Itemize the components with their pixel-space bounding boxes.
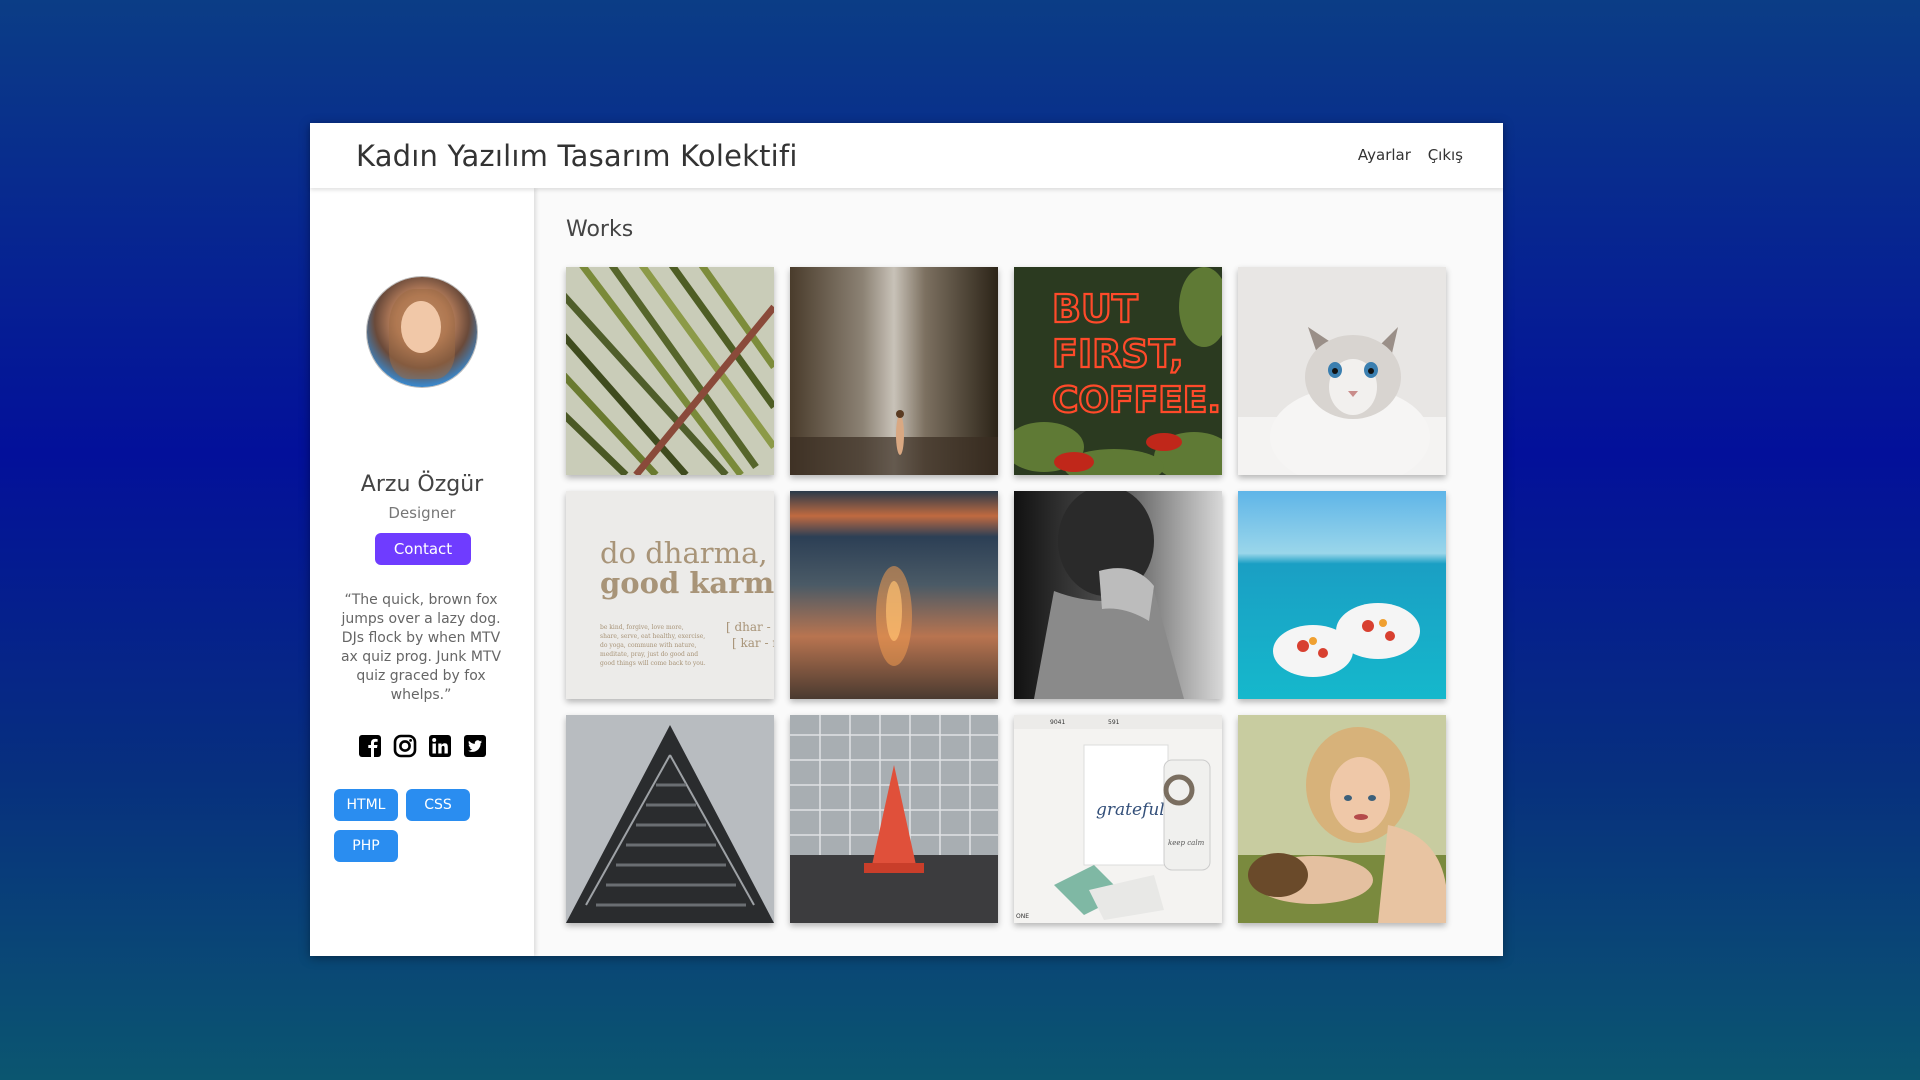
print-text-line2: good karma bbox=[600, 566, 774, 600]
work-tile-typography-print[interactable]: do dharma, good karma [ dhar - m [ kar -… bbox=[566, 491, 774, 699]
desk-label-1: 9041 bbox=[1050, 719, 1065, 726]
contact-button[interactable]: Contact bbox=[375, 533, 471, 565]
instagram-icon[interactable] bbox=[393, 734, 417, 758]
print-text-line5: be kind, forgive, love more, bbox=[600, 624, 684, 631]
work-tile-neck-bw[interactable] bbox=[1014, 491, 1222, 699]
profile-name: Arzu Özgür bbox=[360, 472, 484, 497]
desk-title: grateful bbox=[1096, 800, 1165, 820]
neon-text-line1: BUT bbox=[1052, 287, 1138, 331]
avatar bbox=[367, 277, 477, 387]
desk-jar-label: keep calm bbox=[1168, 839, 1205, 847]
works-grid: BUT FIRST, COFFEE. do dharma, good karma… bbox=[566, 267, 1466, 927]
neon-text-line2: FIRST, bbox=[1052, 332, 1184, 376]
facebook-icon[interactable] bbox=[358, 734, 382, 758]
header: Kadın Yazılım Tasarım Kolektifi Ayarlar … bbox=[310, 123, 1503, 188]
profile-quote: “The quick, brown fox jumps over a lazy … bbox=[340, 592, 502, 703]
neon-text-line3: COFFEE. bbox=[1052, 380, 1221, 421]
profile-sidebar: Arzu Özgür Designer Contact “The quick, … bbox=[310, 188, 534, 956]
profile-role: Designer bbox=[388, 504, 456, 522]
work-tile-building[interactable] bbox=[566, 715, 774, 923]
desk-label-3: ONE bbox=[1016, 913, 1029, 920]
work-tile-grateful-desk[interactable]: 9041 591 ONE grateful keep calm bbox=[1014, 715, 1222, 923]
header-nav: Ayarlar Çıkış bbox=[1346, 146, 1463, 164]
tag-css[interactable]: CSS bbox=[406, 789, 470, 821]
work-tile-beach-sunset[interactable] bbox=[790, 491, 998, 699]
work-tile-cat[interactable] bbox=[1238, 267, 1446, 475]
tag-html[interactable]: HTML bbox=[334, 789, 398, 821]
work-tile-ocean-breakfast[interactable] bbox=[1238, 491, 1446, 699]
print-text-line7: do yoga, commune with nature, bbox=[600, 642, 697, 649]
work-tile-two-women[interactable] bbox=[1238, 715, 1446, 923]
work-tile-traffic-cone[interactable] bbox=[790, 715, 998, 923]
desk-label-2: 591 bbox=[1108, 719, 1120, 726]
twitter-icon[interactable] bbox=[463, 734, 487, 758]
work-tile-neon-sign[interactable]: BUT FIRST, COFFEE. bbox=[1014, 267, 1222, 475]
print-text-line8: meditate, pray, just do good and bbox=[600, 651, 698, 658]
work-tile-waterfall[interactable] bbox=[790, 267, 998, 475]
nav-logout-link[interactable]: Çıkış bbox=[1428, 146, 1463, 164]
print-text-line9: good things will come back to you. bbox=[600, 660, 706, 667]
app-window: Kadın Yazılım Tasarım Kolektifi Ayarlar … bbox=[310, 123, 1503, 956]
nav-settings-link[interactable]: Ayarlar bbox=[1358, 146, 1411, 164]
print-text-line6: share, serve, eat healthy, exercise, bbox=[600, 633, 705, 640]
print-text-line4: [ kar - m bbox=[732, 636, 774, 650]
tag-php[interactable]: PHP bbox=[334, 830, 398, 862]
print-text-line1: do dharma, bbox=[600, 536, 768, 570]
works-title: Works bbox=[566, 217, 634, 242]
works-section: Works BUT FIRST, COFFEE. do dharma, good… bbox=[566, 188, 1503, 956]
avatar-face bbox=[401, 301, 441, 353]
social-links bbox=[358, 734, 488, 760]
app-title: Kadın Yazılım Tasarım Kolektifi bbox=[356, 139, 798, 173]
linkedin-icon[interactable] bbox=[428, 734, 452, 758]
work-tile-palm-leaf[interactable] bbox=[566, 267, 774, 475]
print-text-line3: [ dhar - m bbox=[726, 620, 774, 634]
